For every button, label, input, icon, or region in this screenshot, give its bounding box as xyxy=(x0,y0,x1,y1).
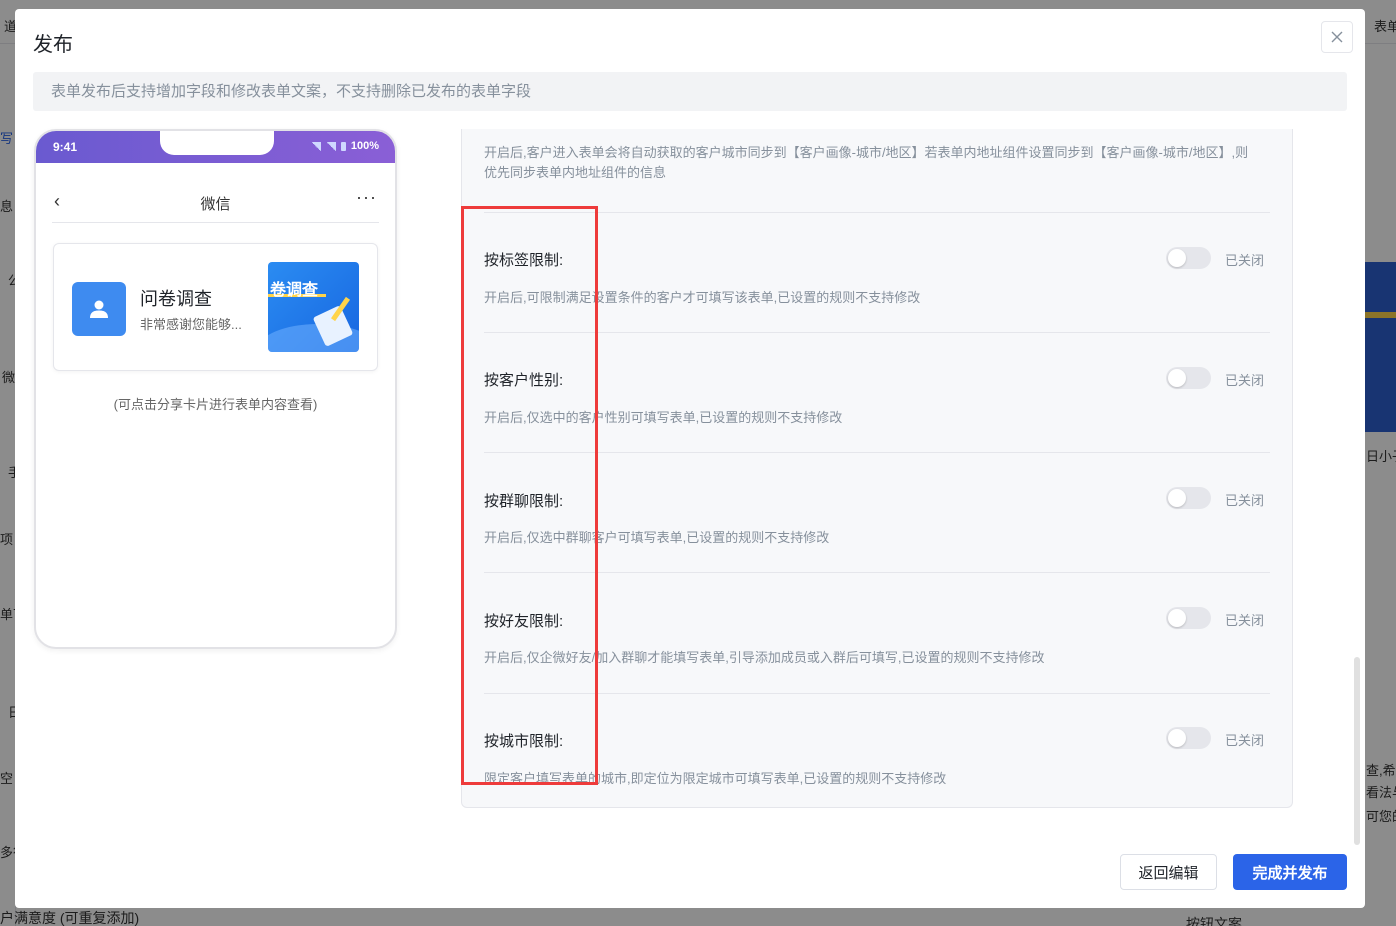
battery-level: 100% xyxy=(350,140,379,152)
toggle-status: 已关闭 xyxy=(1225,613,1265,628)
divider xyxy=(484,693,1270,694)
publish-notice: 表单发布后支持增加字段和修改表单文案，不支持删除已发布的表单字段 xyxy=(33,72,1347,111)
setting-desc-tag-limit: 开启后,可限制满足设置条件的客户才可填写该表单,已设置的规则不支持修改 xyxy=(484,290,921,305)
modal-title: 发布 xyxy=(33,34,73,56)
city-sync-description: 开启后,客户进入表单会将自动获取的客户城市同步到【客户画像-城市/地区】若表单内… xyxy=(484,145,1249,180)
setting-label-tag-limit: 按标签限制: xyxy=(484,252,564,269)
phone-time: 9:41 xyxy=(53,140,78,154)
phone-hint: (可点击分享卡片进行表单内容查看) xyxy=(113,397,318,412)
toggle-status: 已关闭 xyxy=(1225,493,1265,508)
phone-notch xyxy=(160,131,274,155)
divider xyxy=(484,332,1270,333)
setting-desc-city-limit: 限定客户填写表单的城市,即定位为限定城市可填写表单,已设置的规则不支持修改 xyxy=(484,771,947,786)
close-icon xyxy=(1331,31,1343,43)
divider xyxy=(484,452,1270,453)
card-title: 问卷调查 xyxy=(140,289,212,309)
card-image-text: 卷调查 xyxy=(270,282,319,299)
setting-desc-friend-limit: 开启后,仅企微好友/加入群聊才能填写表单,引导添加成员或入群后可填写,已设置的规… xyxy=(484,650,1045,665)
setting-label-gender-limit: 按客户性别: xyxy=(484,372,564,389)
toggle-status: 已关闭 xyxy=(1225,253,1265,268)
battery-icon xyxy=(340,141,346,151)
setting-label-friend-limit: 按好友限制: xyxy=(484,613,564,630)
setting-label-group-chat-limit: 按群聊限制: xyxy=(484,493,564,510)
card-cover-image: 卷调查 xyxy=(268,262,359,352)
phone-nav-title: 微信 xyxy=(200,196,231,213)
back-to-edit-button[interactable]: 返回编辑 xyxy=(1120,854,1217,890)
divider xyxy=(484,212,1270,213)
more-icon: ··· xyxy=(356,187,377,207)
scrollbar-thumb[interactable] xyxy=(1354,657,1360,845)
toggle-city-limit[interactable] xyxy=(1166,727,1211,749)
phone-nav-bar: ‹ 微信 ··· xyxy=(52,179,379,223)
phone-status-icons: 100% xyxy=(310,140,379,152)
panel-scrollbar[interactable] xyxy=(1352,137,1362,847)
publish-modal: 发布 表单发布后支持增加字段和修改表单文案，不支持删除已发布的表单字段 9:41… xyxy=(15,9,1365,908)
toggle-status: 已关闭 xyxy=(1225,373,1265,388)
finish-and-publish-button[interactable]: 完成并发布 xyxy=(1233,854,1347,890)
wifi-icon xyxy=(325,141,336,151)
divider xyxy=(484,572,1270,573)
setting-desc-group-chat-limit: 开启后,仅选中群聊客户可填写表单,已设置的规则不支持修改 xyxy=(484,530,830,545)
signal-icon xyxy=(310,141,321,151)
toggle-group-chat-limit[interactable] xyxy=(1166,487,1211,509)
toggle-status: 已关闭 xyxy=(1225,733,1265,748)
toggle-tag-limit[interactable] xyxy=(1166,247,1211,269)
card-description: 非常感谢您能够... xyxy=(140,317,242,332)
close-button[interactable] xyxy=(1321,21,1353,53)
settings-panel: 开启后,客户进入表单会将自动获取的客户城市同步到【客户画像-城市/地区】若表单内… xyxy=(461,129,1293,808)
phone-preview: 9:41 100% ‹ 微信 ··· 问卷调查 非常感谢您能够... 卷调查 (… xyxy=(34,129,397,649)
toggle-gender-limit[interactable] xyxy=(1166,367,1211,389)
phone-status-bar: 9:41 100% xyxy=(36,131,395,163)
share-card[interactable]: 问卷调查 非常感谢您能够... 卷调查 xyxy=(53,243,378,371)
toggle-friend-limit[interactable] xyxy=(1166,607,1211,629)
setting-label-city-limit: 按城市限制: xyxy=(484,733,564,750)
user-icon xyxy=(72,282,126,336)
setting-desc-gender-limit: 开启后,仅选中的客户性别可填写表单,已设置的规则不支持修改 xyxy=(484,410,843,425)
